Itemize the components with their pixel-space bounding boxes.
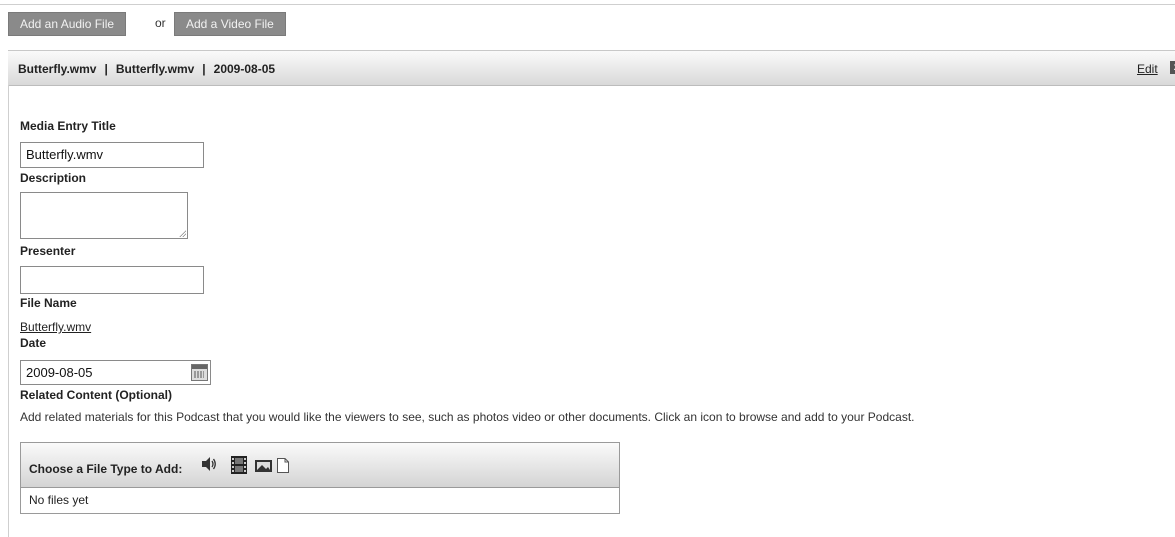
file-name-link[interactable]: Butterfly.wmv (20, 320, 91, 334)
date-input[interactable]: 2009-08-05 (20, 360, 211, 385)
related-content-label: Related Content (Optional) (20, 388, 172, 402)
separator: | (202, 62, 206, 76)
file-name-label: File Name (20, 296, 77, 310)
edit-link[interactable]: Edit (1137, 62, 1158, 76)
top-divider (0, 4, 1175, 5)
presenter-input[interactable] (20, 266, 204, 294)
description-textarea[interactable] (20, 192, 188, 239)
panel-border (8, 85, 9, 537)
separator: | (104, 62, 108, 76)
calendar-icon[interactable] (191, 364, 208, 381)
file-type-panel: Choose a File Type to Add: No files yet (20, 442, 620, 514)
document-icon[interactable] (277, 458, 289, 473)
entry-file: Butterfly.wmv (115, 62, 195, 76)
image-icon[interactable] (255, 460, 272, 472)
presenter-label: Presenter (20, 244, 76, 258)
media-entry-header: Butterfly.wmv | Butterfly.wmv | 2009-08-05 E… (8, 50, 1175, 86)
add-video-file-button[interactable]: Add a Video File (174, 12, 286, 36)
close-icon[interactable]: x (1170, 61, 1175, 74)
media-entry-summary: Butterfly.wmv | Butterfly.wmv | 2009-08-05 (18, 62, 275, 76)
media-entry-title-label: Media Entry Title (20, 119, 116, 133)
film-icon[interactable] (231, 456, 247, 474)
date-label: Date (20, 336, 47, 350)
description-label: Description (20, 171, 87, 185)
entry-name: Butterfly.wmv (18, 62, 97, 76)
speaker-icon[interactable] (201, 456, 217, 472)
file-type-header: Choose a File Type to Add: (21, 443, 619, 488)
media-entry-title-input[interactable]: Butterfly.wmv (20, 142, 204, 168)
add-audio-file-button[interactable]: Add an Audio File (8, 12, 127, 36)
choose-file-type-label: Choose a File Type to Add: (29, 462, 183, 476)
related-content-help: Add related materials for this Podcast t… (20, 410, 915, 424)
entry-date: 2009-08-05 (213, 62, 276, 76)
resize-handle-icon[interactable] (179, 230, 186, 237)
or-label: or (155, 16, 166, 30)
no-files-message: No files yet (29, 493, 89, 507)
